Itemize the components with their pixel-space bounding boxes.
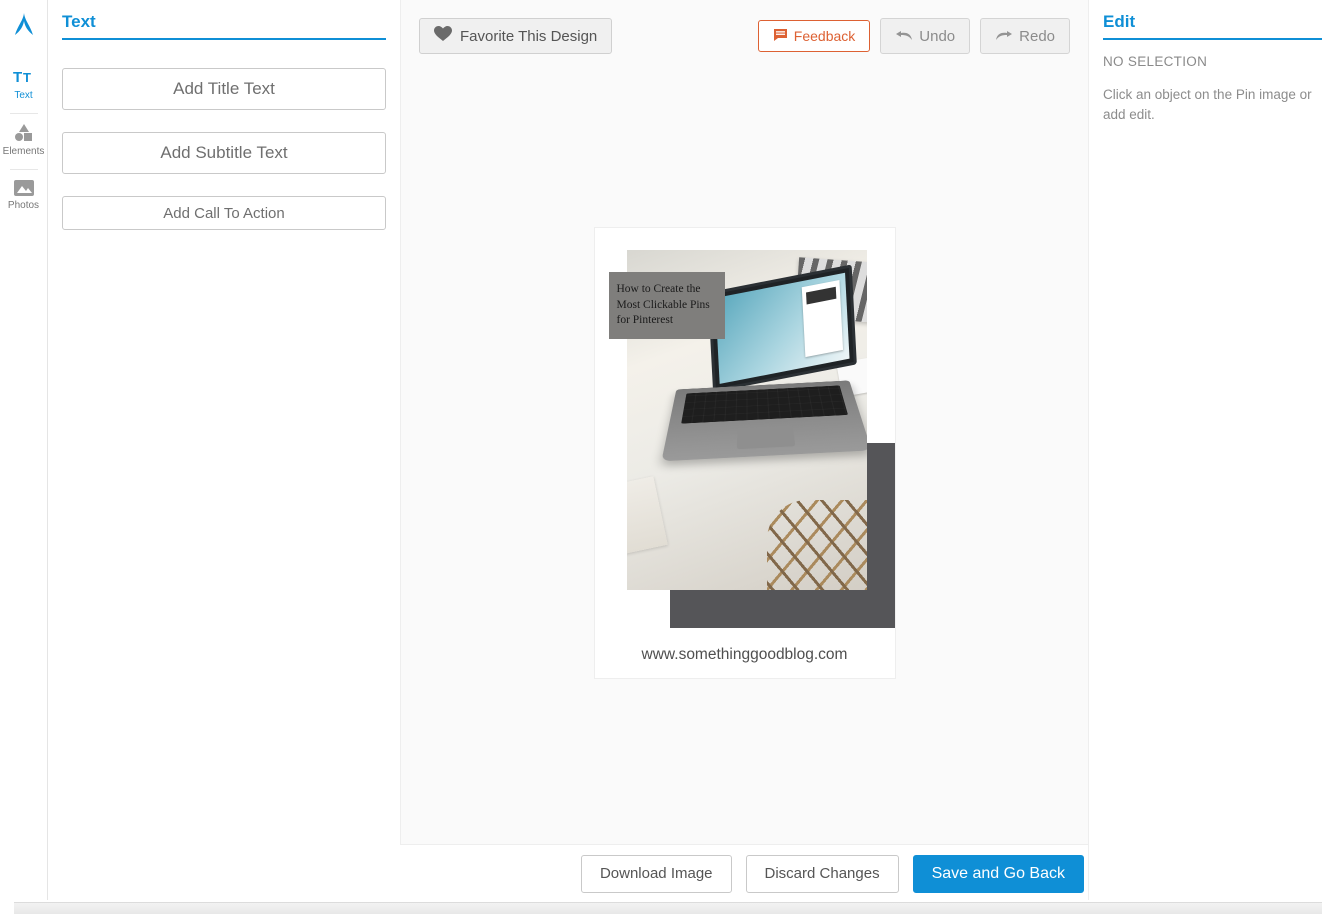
horizontal-scrollbar[interactable]: [14, 902, 1322, 914]
redo-button[interactable]: Redo: [980, 18, 1070, 54]
undo-icon: [895, 28, 913, 45]
photo-chair-decor: [767, 500, 867, 590]
feedback-label: Feedback: [794, 28, 855, 44]
bottom-action-bar: Download Image Discard Changes Save and …: [400, 844, 1088, 902]
right-panel: Edit NO SELECTION Click an object on the…: [1088, 0, 1322, 900]
svg-text:T: T: [23, 70, 31, 85]
undo-button[interactable]: Undo: [880, 18, 970, 54]
center-area: Favorite This Design Feedback Undo: [400, 0, 1088, 900]
favorite-label: Favorite This Design: [460, 28, 597, 45]
rail-tab-label: Elements: [3, 146, 45, 157]
left-panel: Text Add Title Text Add Subtitle Text Ad…: [48, 0, 400, 900]
photo-icon: [14, 180, 34, 196]
discard-changes-button[interactable]: Discard Changes: [746, 855, 899, 893]
text-icon: TT: [13, 68, 35, 86]
right-panel-title: Edit: [1103, 12, 1322, 32]
add-subtitle-text-button[interactable]: Add Subtitle Text: [62, 132, 386, 174]
no-selection-label: NO SELECTION: [1103, 54, 1322, 69]
add-title-text-button[interactable]: Add Title Text: [62, 68, 386, 110]
rail-tab-elements[interactable]: Elements: [0, 116, 48, 167]
redo-icon: [995, 28, 1013, 45]
canvas-top-toolbar: Favorite This Design Feedback Undo: [401, 18, 1088, 54]
rail-divider: [10, 113, 38, 114]
rail-tab-label: Text: [14, 90, 32, 101]
pin-caption-box[interactable]: How to Create the Most Clickable Pins fo…: [609, 272, 725, 339]
canvas-wrap: Favorite This Design Feedback Undo: [400, 0, 1088, 900]
photo-book-decor: [627, 476, 668, 554]
favorite-design-button[interactable]: Favorite This Design: [419, 18, 612, 54]
left-panel-title: Text: [62, 12, 386, 32]
feedback-button[interactable]: Feedback: [758, 20, 870, 52]
rail-tab-photos[interactable]: Photos: [0, 172, 48, 221]
pin-url-text[interactable]: www.somethinggoodblog.com: [609, 628, 881, 664]
app-logo: [9, 10, 39, 40]
redo-label: Redo: [1019, 28, 1055, 45]
pin-canvas[interactable]: How to Create the Most Clickable Pins fo…: [595, 228, 895, 678]
pin-stage: How to Create the Most Clickable Pins fo…: [609, 250, 881, 628]
rail-tab-label: Photos: [8, 200, 39, 211]
chat-icon: [773, 28, 788, 45]
save-and-go-back-button[interactable]: Save and Go Back: [913, 855, 1084, 893]
edit-help-text: Click an object on the Pin image or add …: [1103, 85, 1322, 124]
undo-label: Undo: [919, 28, 955, 45]
svg-text:T: T: [13, 69, 22, 86]
rail-tab-text[interactable]: TT Text: [0, 60, 48, 111]
rail-divider: [10, 169, 38, 170]
icon-rail: TT Text Elements Photos: [0, 0, 48, 900]
heart-icon: [434, 26, 452, 46]
shapes-icon: [14, 124, 34, 142]
download-image-button[interactable]: Download Image: [581, 855, 732, 893]
add-call-to-action-button[interactable]: Add Call To Action: [62, 196, 386, 230]
